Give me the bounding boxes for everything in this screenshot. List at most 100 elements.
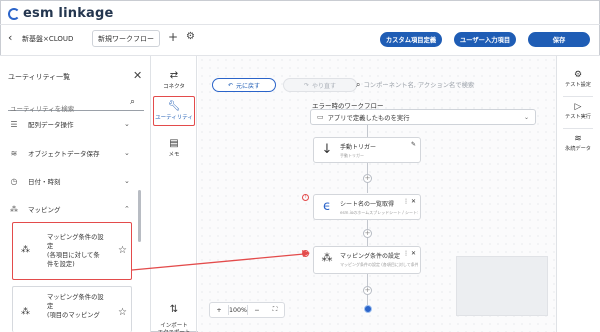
node-sheet-list[interactable]: ϵ シート名の一覧取得 esm.ioのホームスプレッドシート / シート名の一覧… [313,194,421,220]
node-subtitle: esm.ioのホームスプレッドシート / シート名の一覧取得 [340,210,418,215]
chevron-left-icon[interactable]: ‹ [8,31,12,44]
category-mapping[interactable]: ⁂ マッピング ⌃ [0,200,138,218]
mapping-icon: ⁂ [10,204,18,214]
save-button[interactable]: 保存 [528,32,590,47]
zoom-control: + 100% − ⛶ [209,302,285,318]
card-line: (項目のマッピング [47,312,100,319]
error-icon: ! [302,250,309,257]
undo-button[interactable]: ↶ 元に戻す [212,78,276,92]
rail-item-memo[interactable]: ▤ メモ [151,138,197,158]
chevron-down-icon: ⌄ [124,177,130,185]
breadcrumb[interactable]: 新基盤×CLOUD [22,34,73,44]
search-icon[interactable]: ⌕ [130,97,135,107]
rail-item-utility[interactable]: 🔧︎ ユーティリティ [153,96,195,126]
logo-text: esm linkage [23,6,114,21]
node-mapping[interactable]: ⁂ マッピング条件の設定 マッピング条件の設定 (各項目に対して条件... ⋮ … [313,246,421,274]
category-label: 配列データ操作 [28,121,74,129]
rail-label: コネクタ [163,84,185,90]
card-line: マッピング条件の設 [47,234,104,241]
test-settings-button[interactable]: ⚙ テスト設定 [556,70,600,88]
gear-icon[interactable]: ⚙ [186,31,195,42]
node-manual-trigger[interactable]: ↓ 手動トリガー 手動トリガー ✎ [313,137,421,163]
canvas-search[interactable]: ⌕ コンポーネント名, アクション名で検索 [356,77,552,92]
mapping-icon: ⁂ [321,251,333,264]
right-rail-label: テスト設定 [565,82,591,88]
plus-icon[interactable]: + [168,30,178,44]
zoom-out-button[interactable]: − [248,307,266,314]
flow-line [367,125,368,137]
redo-label: やり直す [312,82,337,90]
save-label: 保存 [552,37,566,44]
memo-icon: ▤ [169,138,179,149]
right-rail [556,56,600,332]
category-label: マッピング [28,206,61,214]
more-close-icon[interactable]: ⋮ ✕ [403,250,416,257]
close-icon[interactable]: ✕ [133,69,142,82]
node-title: 手動トリガー [340,144,377,151]
swap-arrows-icon: ⇄ [169,70,179,81]
add-step-button[interactable]: + [363,174,372,183]
arrow-down-icon: ↓ [321,142,333,157]
fit-screen-icon[interactable]: ⛶ [266,306,284,314]
tab-workflow-label: 新規ワークフロー [98,34,154,43]
star-icon[interactable]: ☆ [118,307,127,318]
custom-fields-button[interactable]: カスタム項目定義 [380,32,442,47]
chevron-up-icon: ⌃ [124,205,130,213]
chevron-down-icon: ⌄ [124,120,130,128]
node-title: シート名の一覧取得 [340,201,395,208]
card-line: マッピング条件の設 [47,294,104,301]
clock-icon: ◷ [10,176,18,186]
user-input-button[interactable]: ユーザー入力項目 [454,32,516,47]
panel-scrollbar[interactable] [138,190,141,242]
error-flow-select[interactable]: ▭ アプリで定義したものを実行 ⌄ [310,109,536,125]
zoom-in-button[interactable]: + [210,307,228,314]
play-icon: ▷ [574,102,582,112]
node-subtitle: 手動トリガー [340,153,364,158]
tab-workflow[interactable]: 新規ワークフロー [92,30,160,47]
category-label: オブジェクトデータ保存 [28,150,100,158]
rail-item-import-export[interactable]: ⇅ インポート エクスポート [151,298,197,332]
star-icon[interactable]: ☆ [118,245,127,256]
error-icon: ! [302,194,309,201]
add-step-button[interactable]: + [363,229,372,238]
gear-icon: ⚙ [573,70,583,80]
utility-card-mapping-2[interactable]: ⁂ マッピング条件の設 定 (項目のマッピング ☆ [12,286,132,332]
card-line: 定 [47,243,54,250]
search-icon: ⌕ [356,79,361,89]
right-rail-label: テスト実行 [565,114,591,120]
canvas-search-placeholder: コンポーネント名, アクション名で検索 [363,82,475,89]
category-label: 日付・時刻 [28,178,61,186]
utility-search[interactable] [8,96,144,116]
utility-search-input[interactable] [8,102,126,116]
persistent-data-button[interactable]: ≋ 永続データ [556,134,600,152]
card-line: 件を設定) [47,261,75,268]
chevron-down-icon: ⌄ [523,113,529,121]
wrench-icon: 🔧︎ [167,101,181,112]
undo-label: 元に戻す [236,82,261,90]
add-step-button[interactable]: + [363,286,372,295]
header-divider [0,24,600,25]
mapping-icon: ⁂ [21,307,30,317]
test-run-button[interactable]: ▷ テスト実行 [556,102,600,120]
redo-icon: ↷ [303,81,309,89]
zoom-level: 100% [229,306,248,314]
undo-icon: ↶ [227,81,233,89]
right-rail-label: 永続データ [565,146,591,152]
category-array[interactable]: ☰ 配列データ操作 ⌄ [0,117,138,131]
more-close-icon[interactable]: ⋮ ✕ [403,198,416,205]
custom-fields-label: カスタム項目定義 [385,37,437,44]
utility-card-mapping[interactable]: ⁂ マッピング条件の設 定 (各項目に対して条 件を設定) ☆ [12,222,132,280]
flow-end-marker [364,305,372,313]
minimap[interactable] [456,256,548,316]
edit-icon[interactable]: ✎ [411,141,416,148]
rail-label: インポート エクスポート [158,323,191,332]
rail-label: ユーティリティ [155,115,193,121]
esm-logo-icon: ϵ [323,199,331,214]
user-input-label: ユーザー入力項目 [459,37,511,44]
category-object-data[interactable]: ≋ オブジェクトデータ保存 ⌄ [0,144,138,162]
mapping-icon: ⁂ [21,245,30,255]
category-datetime[interactable]: ◷ 日付・時刻 ⌄ [0,172,138,190]
redo-button[interactable]: ↷ やり直す [283,78,357,92]
card-line: (各項目に対して条 [47,252,100,259]
rail-item-connector[interactable]: ⇄ コネクタ [151,70,197,90]
